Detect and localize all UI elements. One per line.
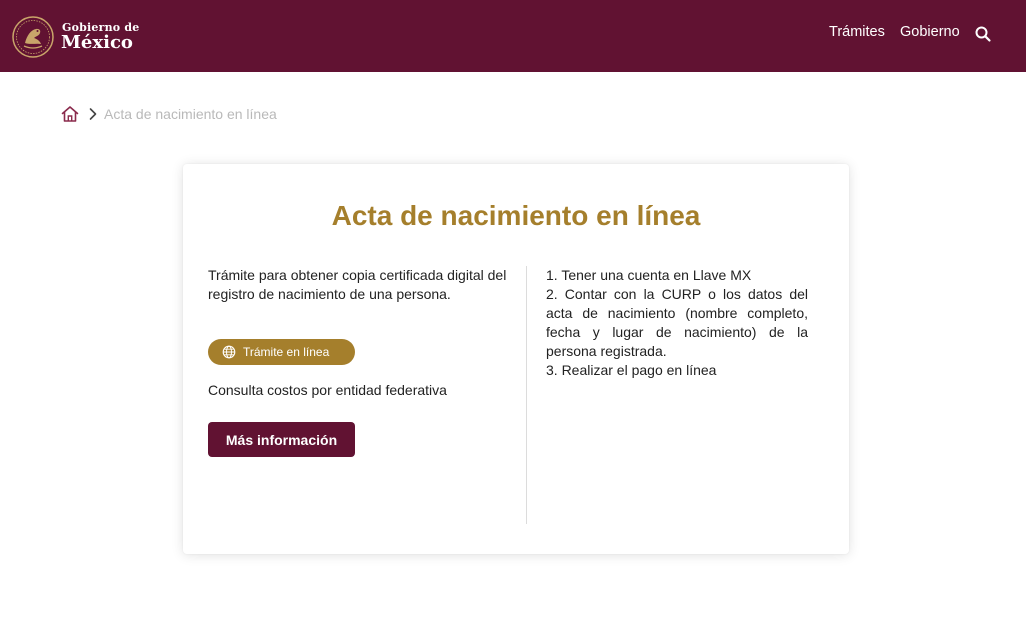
requirements-list: 1. Tener una cuenta en Llave MX 2. Conta… (546, 266, 808, 380)
tramite-en-linea-button[interactable]: Trámite en línea (208, 339, 355, 365)
consulta-costos-link[interactable]: Consulta costos por entidad federativa (208, 382, 447, 398)
top-header-bar: Gobierno de México Trámites Gobierno (0, 0, 1026, 72)
home-icon[interactable] (60, 104, 80, 124)
nav-gobierno-link[interactable]: Gobierno (900, 24, 960, 40)
requirement-item: 3. Realizar el pago en línea (546, 362, 717, 378)
search-icon[interactable] (974, 25, 992, 43)
requirement-item: 1. Tener una cuenta en Llave MX (546, 267, 752, 283)
logo-line-2: México (61, 32, 133, 53)
tramite-card: Acta de nacimiento en línea Trámite para… (183, 164, 849, 554)
chevron-right-icon (89, 108, 97, 120)
breadcrumb-current: Acta de nacimiento en línea (104, 106, 277, 122)
gobierno-de-mexico-logo[interactable]: Gobierno de México (12, 16, 139, 58)
breadcrumb: Acta de nacimiento en línea (60, 104, 277, 124)
mas-informacion-button[interactable]: Más información (208, 422, 355, 457)
page-title: Acta de nacimiento en línea (331, 200, 701, 231)
national-seal-icon (12, 16, 54, 58)
tramite-description: Trámite para obtener copia certificada d… (208, 267, 507, 302)
requirement-item: 2. Contar con la CURP o los datos del ac… (546, 286, 808, 359)
nav-tramites-link[interactable]: Trámites (829, 24, 885, 40)
tramite-en-linea-label: Trámite en línea (243, 345, 330, 359)
column-divider (526, 266, 527, 524)
globe-icon (222, 345, 236, 359)
